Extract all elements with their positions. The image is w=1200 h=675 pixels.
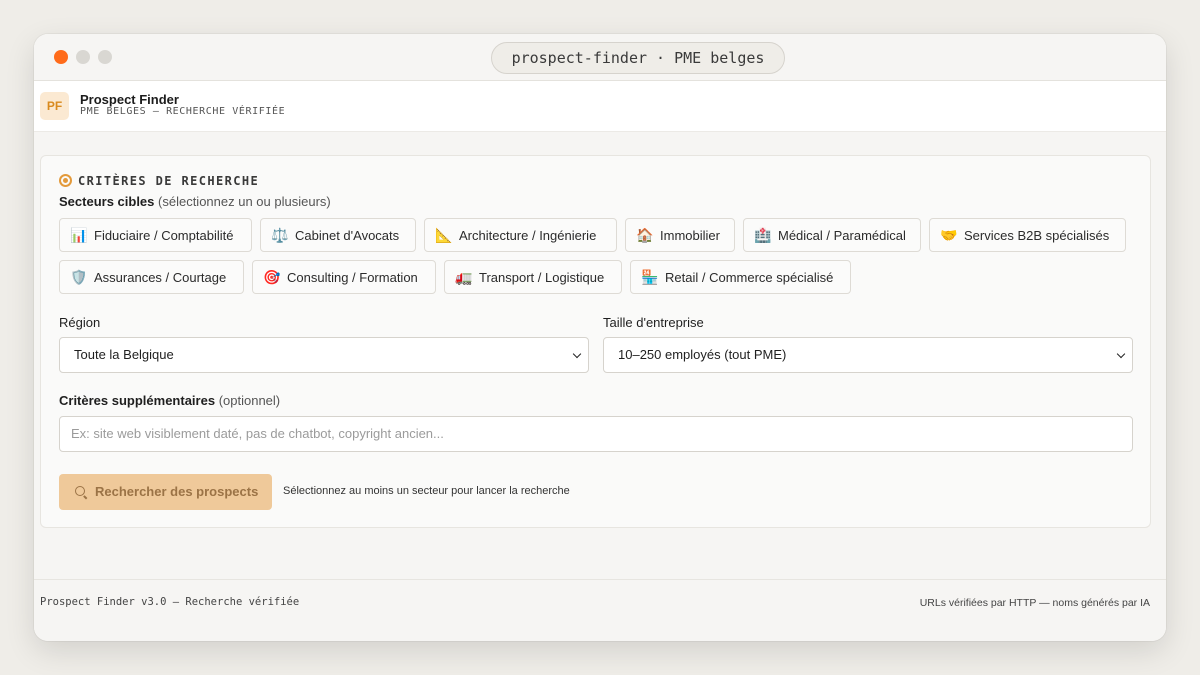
window-title: prospect-finder · PME belges: [491, 42, 785, 74]
search-hint: Sélectionnez au moins un secteur pour la…: [283, 485, 570, 497]
company-size-select[interactable]: 10–250 employés (tout PME): [603, 337, 1133, 373]
house-icon: 🏠: [636, 226, 654, 243]
search-criteria-card: CRITÈRES DE RECHERCHE Secteurs cibles (s…: [40, 155, 1151, 528]
sector-chip-label: Immobilier: [660, 227, 720, 243]
extra-criteria-label-text: Critères supplémentaires: [59, 393, 216, 408]
sector-chip-label: Fiduciaire / Comptabilité: [94, 227, 234, 243]
sector-chip-label: Médical / Paramédical: [778, 227, 906, 243]
search-prospects-button[interactable]: Rechercher des prospects: [59, 474, 272, 510]
region-label: Région: [59, 315, 100, 330]
sector-chip-label: Retail / Commerce spécialisé: [665, 269, 834, 285]
hospital-icon: 🏥: [754, 226, 772, 243]
sector-chip-transport[interactable]: 🚛 Transport / Logistique: [444, 260, 622, 294]
scales-icon: ⚖️: [271, 226, 289, 243]
search-button-label: Rechercher des prospects: [95, 484, 259, 499]
store-icon: 🏪: [641, 268, 659, 285]
chevron-down-icon: [572, 349, 582, 359]
maximize-window-button[interactable]: [98, 50, 112, 64]
bar-chart-icon: 📊: [70, 226, 88, 243]
shield-icon: 🛡️: [70, 268, 88, 285]
target-icon: [59, 174, 72, 187]
sector-chip-immobilier[interactable]: 🏠 Immobilier: [625, 218, 735, 252]
sector-chip-label: Cabinet d'Avocats: [295, 227, 400, 243]
chevron-down-icon: [1116, 349, 1126, 359]
sector-chip-services-b2b[interactable]: 🤝 Services B2B spécialisés: [929, 218, 1126, 252]
main-area: CRITÈRES DE RECHERCHE Secteurs cibles (s…: [34, 132, 1166, 579]
sector-chip-avocats[interactable]: ⚖️ Cabinet d'Avocats: [260, 218, 416, 252]
sector-chip-retail[interactable]: 🏪 Retail / Commerce spécialisé: [630, 260, 851, 294]
sector-chip-fiduciaire[interactable]: 📊 Fiduciaire / Comptabilité: [59, 218, 252, 252]
search-icon: [75, 486, 85, 496]
sector-chip-consulting[interactable]: 🎯 Consulting / Formation: [252, 260, 436, 294]
sector-chip-label: Assurances / Courtage: [94, 269, 227, 285]
region-label-text: Région: [59, 315, 101, 330]
footer: Prospect Finder v3.0 — Recherche vérifié…: [34, 579, 1166, 641]
region-select[interactable]: Toute la Belgique: [59, 337, 589, 373]
sector-chip-label: Consulting / Formation: [287, 269, 418, 285]
minimize-window-button[interactable]: [76, 50, 90, 64]
sectors-label: Secteurs cibles (sélectionnez un ou plus…: [59, 194, 331, 209]
sector-chip-architecture[interactable]: 📐 Architecture / Ingénierie: [424, 218, 617, 252]
close-window-button[interactable]: [54, 50, 68, 64]
section-heading-text: CRITÈRES DE RECHERCHE: [78, 174, 260, 188]
sector-chip-label: Services B2B spécialisés: [964, 227, 1110, 243]
sector-chip-label: Transport / Logistique: [479, 269, 605, 285]
region-select-value: Toute la Belgique: [74, 347, 174, 362]
sector-chip-medical[interactable]: 🏥 Médical / Paramédical: [743, 218, 921, 252]
size-label-text: Taille d'entreprise: [603, 315, 704, 330]
app-subtitle: PME BELGES — RECHERCHE VÉRIFIÉE: [80, 106, 286, 117]
app-title: Prospect Finder: [80, 92, 179, 107]
extra-criteria-input[interactable]: Ex: site web visiblement daté, pas de ch…: [59, 416, 1133, 452]
optional-hint: (optionnel): [218, 393, 281, 408]
size-label: Taille d'entreprise: [603, 315, 704, 330]
handshake-icon: 🤝: [940, 226, 958, 243]
truck-icon: 🚛: [455, 268, 473, 285]
footer-version: Prospect Finder v3.0 — Recherche vérifié…: [40, 596, 300, 608]
sectors-hint: (sélectionnez un ou plusieurs): [158, 194, 331, 209]
triangle-ruler-icon: 📐: [435, 226, 453, 243]
sector-chip-assurances[interactable]: 🛡️ Assurances / Courtage: [59, 260, 244, 294]
target-icon: 🎯: [263, 268, 281, 285]
app-window: prospect-finder · PME belges PF Prospect…: [34, 34, 1166, 641]
extra-criteria-label: Critères supplémentaires (optionnel): [59, 393, 280, 408]
sector-chip-label: Architecture / Ingénierie: [459, 227, 597, 243]
footer-note: URLs vérifiées par HTTP — noms générés p…: [919, 597, 1150, 609]
section-heading: CRITÈRES DE RECHERCHE: [59, 173, 259, 189]
sectors-label-text: Secteurs cibles: [59, 194, 155, 209]
company-size-select-value: 10–250 employés (tout PME): [618, 347, 787, 362]
app-header: PF Prospect Finder PME BELGES — RECHERCH…: [34, 81, 1166, 132]
app-logo: PF: [40, 92, 69, 120]
title-bar: prospect-finder · PME belges: [34, 34, 1166, 81]
extra-criteria-placeholder: Ex: site web visiblement daté, pas de ch…: [71, 426, 444, 441]
